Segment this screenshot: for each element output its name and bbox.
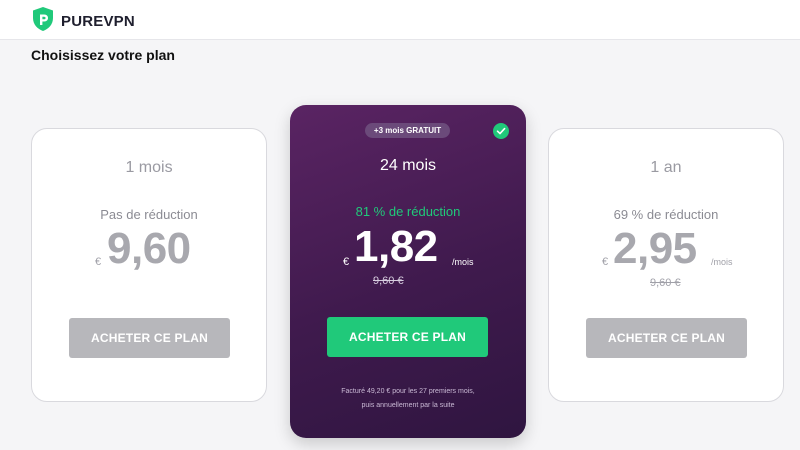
original-price: 9,60 € <box>650 277 681 289</box>
plan-discount: Pas de réduction <box>100 207 198 222</box>
price-row: € 1,82 /mois 9,60 € <box>290 221 526 287</box>
plan-duration: 1 an <box>650 159 682 176</box>
price-row: € 2,95 /mois 9,60 € <box>549 223 783 289</box>
plan-discount: 69 % de réduction <box>613 207 719 222</box>
buy-plan-button[interactable]: ACHETER CE PLAN <box>69 318 230 358</box>
plan-discount: 81 % de réduction <box>355 204 461 219</box>
brand-logo[interactable]: PUREVPN <box>32 6 135 37</box>
shield-logo-icon <box>32 6 54 37</box>
plan-card-24-months[interactable]: +3 mois GRATUIT 24 mois 81 % de réductio… <box>290 105 526 438</box>
price-amount: 9,60 <box>107 224 191 273</box>
selected-check-icon <box>493 123 509 139</box>
currency-symbol: € <box>602 256 609 268</box>
per-month-label: /mois <box>711 257 733 267</box>
page-title: Choisissez votre plan <box>31 47 175 63</box>
top-bar: PUREVPN <box>0 0 800 40</box>
plan-card-1-year[interactable]: 1 an 69 % de réduction € 2,95 /mois 9,60… <box>548 128 784 402</box>
original-price: 9,60 € <box>373 275 404 287</box>
plan-card-1-month[interactable]: 1 mois Pas de réduction € 9,60 ACHETER C… <box>31 128 267 402</box>
per-month-label: /mois <box>452 257 474 267</box>
currency-symbol: € <box>95 256 102 268</box>
price-amount: 1,82 <box>354 222 438 271</box>
billing-note: Facturé 49,20 € pour les 27 premiers moi… <box>310 385 506 413</box>
free-months-badge: +3 mois GRATUIT <box>365 123 450 138</box>
buy-plan-button[interactable]: ACHETER CE PLAN <box>327 317 488 357</box>
currency-symbol: € <box>343 256 350 268</box>
plan-duration: 24 mois <box>379 157 437 174</box>
brand-name: PUREVPN <box>61 13 135 30</box>
plan-duration: 1 mois <box>125 159 173 176</box>
buy-plan-button[interactable]: ACHETER CE PLAN <box>586 318 747 358</box>
billing-note-line: puis annuellement par la suite <box>361 402 455 409</box>
billing-note-line: Facturé 49,20 € pour les 27 premiers moi… <box>341 388 475 395</box>
price-row: € 9,60 <box>32 223 266 275</box>
price-amount: 2,95 <box>613 224 697 273</box>
